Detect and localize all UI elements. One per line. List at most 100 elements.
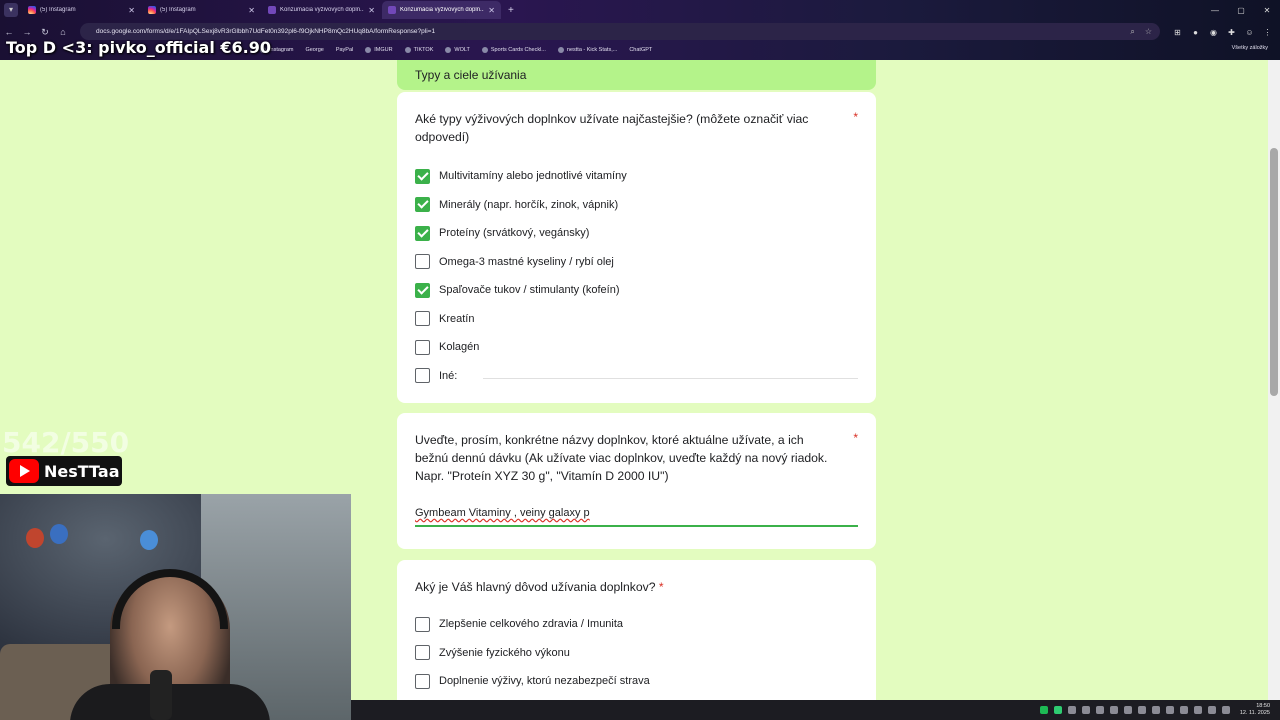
checkbox[interactable]: [415, 673, 430, 689]
checkbox-group: Multivitamíny alebo jednotlivé vitamíny …: [415, 162, 858, 390]
zoom-icon[interactable]: ⌕: [1130, 27, 1134, 37]
close-icon[interactable]: ✕: [128, 6, 135, 15]
question-title: Uveďte, prosím, konkrétne názvy doplnkov…: [415, 433, 828, 483]
tray-app-icon[interactable]: [1067, 706, 1076, 714]
forward-icon[interactable]: →: [18, 27, 36, 37]
bookmark-icon: [404, 47, 411, 53]
checkbox-option-other[interactable]: Iné:: [415, 362, 858, 391]
back-icon[interactable]: ←: [0, 27, 18, 37]
tab-strip: ▾ (5) Instagram ✕ (5) Instagram ✕ Konzum…: [0, 0, 1280, 20]
bookmark-item[interactable]: TIKTOK: [404, 47, 433, 53]
puzzle-icon[interactable]: ✚: [1227, 28, 1236, 37]
tab-label: (5) Instagram: [160, 7, 196, 13]
tray-app-icon[interactable]: [1179, 706, 1188, 714]
extension-icon[interactable]: ◉: [1209, 28, 1218, 37]
checkbox-option[interactable]: Kolagén: [415, 333, 858, 362]
bookmark-item[interactable]: PayPal: [336, 47, 353, 53]
forms-icon: [268, 6, 276, 14]
reload-icon[interactable]: ↻: [36, 27, 54, 38]
checkbox-option[interactable]: Kreatín: [415, 305, 858, 334]
checkbox-checked[interactable]: [415, 168, 430, 184]
bookmark-item[interactable]: ChatGPT: [629, 47, 652, 53]
tab-search-icon[interactable]: ▾: [4, 3, 18, 17]
browser-tab[interactable]: (5) Instagram ✕: [22, 1, 141, 19]
extensions-area: ⊞ ● ◉ ✚ ☺ ⋮: [1173, 22, 1272, 42]
tray-app-icon[interactable]: [1053, 706, 1062, 714]
maximize-icon[interactable]: ▢: [1228, 6, 1254, 15]
checkbox[interactable]: [415, 645, 430, 661]
checkbox-option[interactable]: Multivitamíny alebo jednotlivé vitamíny: [415, 162, 858, 191]
close-icon[interactable]: ✕: [368, 6, 375, 15]
browser-tab[interactable]: (5) Instagram ✕: [142, 1, 261, 19]
checkbox-checked[interactable]: [415, 282, 430, 298]
channel-name: NesTTaa: [44, 461, 120, 481]
bookmark-icon: [445, 47, 452, 53]
tray-app-icon[interactable]: [1109, 706, 1118, 714]
tray-app-icon[interactable]: [1137, 706, 1146, 714]
tab-label: Konzumácia výživových dopln...: [280, 7, 365, 13]
all-bookmarks-button[interactable]: Všetky záložky: [1232, 45, 1268, 51]
network-icon[interactable]: [1207, 706, 1216, 714]
clock-time: 18:50: [1256, 703, 1270, 709]
checkbox-option[interactable]: Zvýšenie fyzického výkonu: [415, 639, 858, 668]
system-clock[interactable]: 18:50 12. 11. 2025: [1240, 703, 1270, 717]
close-icon[interactable]: ✕: [488, 6, 495, 15]
checkbox[interactable]: [415, 254, 430, 270]
tray-app-icon[interactable]: [1095, 706, 1104, 714]
other-text-input[interactable]: [483, 378, 858, 380]
volume-icon[interactable]: [1221, 706, 1230, 714]
checkbox-option[interactable]: Zlepšenie celkového zdravia / Imunita: [415, 610, 858, 639]
webcam-feed: [0, 494, 351, 720]
bookmark-item[interactable]: Sports Cards Checkl...: [481, 47, 546, 53]
taskbar: 18:50 12. 11. 2025: [351, 700, 1280, 720]
browser-tab-active[interactable]: Konzumácia výživových dopln... ✕: [382, 1, 501, 19]
extension-icon[interactable]: ⊞: [1173, 28, 1182, 37]
checkbox-option[interactable]: Proteíny (srvátkový, vegánsky): [415, 219, 858, 248]
checkbox[interactable]: [415, 311, 430, 327]
checkbox-option[interactable]: Minerály (napr. horčík, zinok, vápnik): [415, 191, 858, 220]
question-card-supplement-types: * Aké typy výživových doplnkov užívate n…: [397, 92, 876, 403]
tab-label: Konzumácia výživových dopln...: [400, 7, 485, 13]
instagram-icon: [148, 6, 156, 14]
tray-app-icon[interactable]: [1123, 706, 1132, 714]
page-scrollbar[interactable]: [1268, 60, 1280, 700]
close-window-icon[interactable]: ✕: [1254, 6, 1280, 15]
donation-overlay: Top D <3: pivko_official €6.90: [6, 38, 271, 57]
required-mark: *: [658, 580, 664, 594]
answer-text-input[interactable]: Gymbeam Vitaminy , veiny galaxy p: [415, 507, 858, 527]
extension-icon[interactable]: ●: [1191, 28, 1200, 37]
scrollbar-thumb[interactable]: [1270, 148, 1278, 396]
system-tray: [1039, 706, 1230, 714]
home-icon[interactable]: ⌂: [54, 27, 72, 37]
profile-icon[interactable]: ☺: [1245, 28, 1254, 37]
checkbox[interactable]: [415, 368, 430, 384]
new-tab-icon[interactable]: +: [508, 5, 514, 16]
bookmark-item[interactable]: nestta - Kick Stats,...: [557, 47, 617, 53]
checkbox-option[interactable]: Doplnenie výživy, ktorú nezabezpečí stra…: [415, 667, 858, 696]
question-title: Aké typy výživových doplnkov užívate naj…: [415, 112, 809, 144]
tray-app-icon[interactable]: [1165, 706, 1174, 714]
spotify-icon[interactable]: [1039, 706, 1048, 714]
checkbox-option[interactable]: Omega-3 mastné kyseliny / rybí olej: [415, 248, 858, 277]
balloon-decoration: [50, 524, 68, 544]
bookmark-icon: [365, 47, 372, 53]
checkbox-option[interactable]: Spaľovače tukov / stimulanty (kofeín): [415, 276, 858, 305]
close-icon[interactable]: ✕: [248, 6, 255, 15]
tray-app-icon[interactable]: [1081, 706, 1090, 714]
tray-app-icon[interactable]: [1151, 706, 1160, 714]
minimize-icon[interactable]: —: [1202, 6, 1228, 15]
checkbox-group: Zlepšenie celkového zdravia / Imunita Zv…: [415, 610, 858, 696]
bookmark-item[interactable]: IMGUR: [365, 47, 393, 53]
bookmark-star-icon[interactable]: ☆: [1145, 27, 1152, 37]
balloon-decoration: [140, 530, 158, 550]
checkbox[interactable]: [415, 616, 430, 632]
tray-app-icon[interactable]: [1193, 706, 1202, 714]
goal-counter: 542/550: [2, 426, 130, 459]
menu-icon[interactable]: ⋮: [1263, 28, 1272, 37]
checkbox[interactable]: [415, 339, 430, 355]
bookmark-item[interactable]: WOLT: [445, 47, 470, 53]
checkbox-checked[interactable]: [415, 197, 430, 213]
browser-tab[interactable]: Konzumácia výživových dopln... ✕: [262, 1, 381, 19]
checkbox-checked[interactable]: [415, 225, 430, 241]
bookmark-item[interactable]: George: [305, 47, 323, 53]
